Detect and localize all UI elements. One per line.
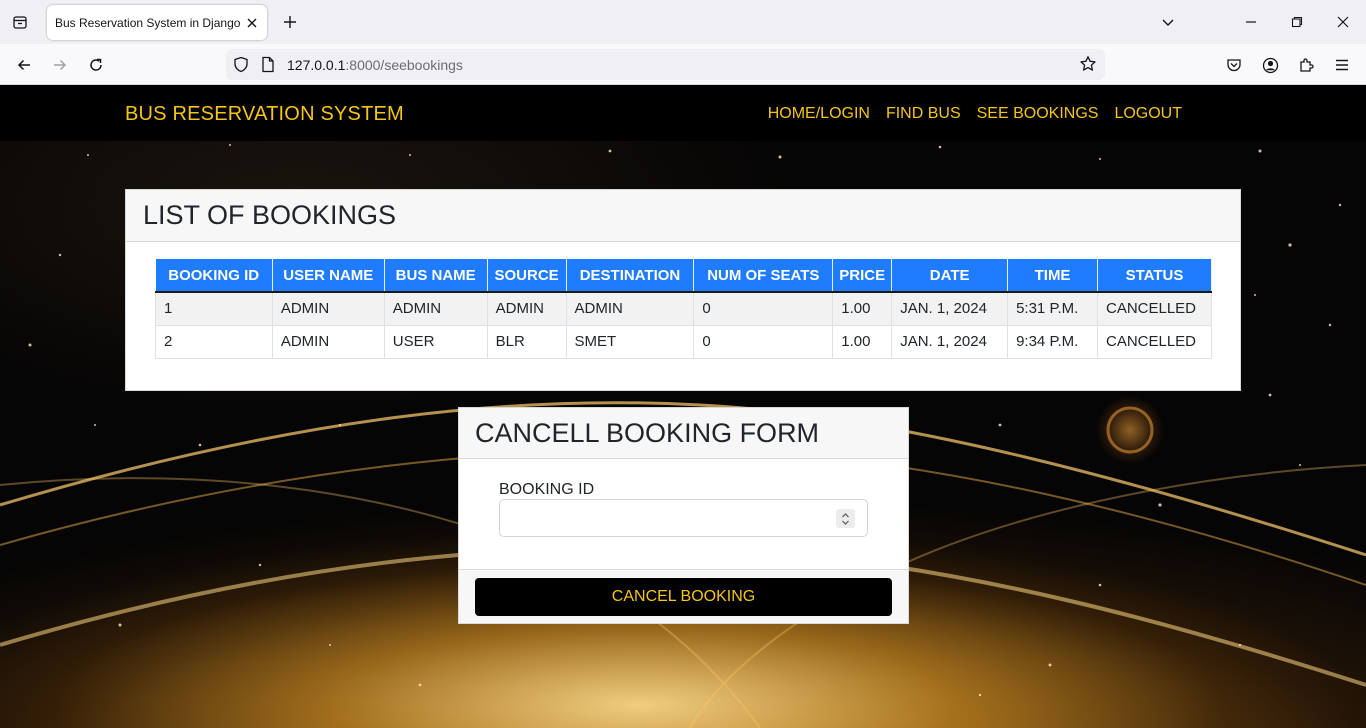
nav-see-bookings[interactable]: SEE BOOKINGS	[977, 105, 1099, 123]
tab-list-icon[interactable]	[8, 10, 32, 34]
booking-id-input[interactable]	[499, 499, 868, 537]
column-header: NUM OF SEATS	[693, 259, 834, 293]
url-path: :8000/seebookings	[345, 57, 463, 73]
table-cell: 1.00	[832, 324, 893, 359]
forward-arrow-icon[interactable]	[47, 52, 73, 78]
shield-icon[interactable]	[233, 56, 249, 78]
bookings-card-header: LIST OF BOOKINGS	[126, 190, 1240, 242]
table-cell: ADMIN	[383, 291, 488, 326]
plus-icon[interactable]	[278, 10, 302, 34]
table-cell: 9:34 P.M.	[1007, 324, 1098, 359]
minimize-icon[interactable]	[1237, 8, 1265, 36]
nav-logout[interactable]: LOGOUT	[1114, 105, 1182, 123]
close-icon[interactable]	[243, 14, 261, 32]
table-cell: USER	[383, 324, 488, 359]
column-header: BOOKING ID	[155, 259, 273, 293]
nav-find-bus[interactable]: FIND BUS	[886, 105, 961, 123]
table-cell: ADMIN	[271, 324, 385, 359]
puzzle-icon[interactable]	[1293, 52, 1319, 78]
table-cell: CANCELLED	[1096, 291, 1213, 326]
hamburger-menu-icon[interactable]	[1329, 52, 1355, 78]
cancel-form-title: CANCELL BOOKING FORM	[475, 418, 820, 448]
url-host: 127.0.0.1	[287, 57, 346, 73]
chevron-down-icon[interactable]	[1156, 10, 1180, 34]
reload-icon[interactable]	[83, 52, 109, 78]
restore-icon[interactable]	[1283, 8, 1311, 36]
column-header: PRICE	[832, 259, 893, 293]
column-header: BUS NAME	[384, 259, 488, 293]
number-spinner[interactable]	[836, 509, 855, 528]
url-bar[interactable]: 127.0.0.1:8000/seebookings	[226, 49, 1105, 80]
tab-title: Bus Reservation System in Django Fram	[55, 15, 241, 30]
browser-nav-bar: 127.0.0.1:8000/seebookings	[0, 44, 1366, 85]
table-cell: JAN. 1, 2024	[891, 324, 1009, 359]
table-cell: CANCELLED	[1096, 324, 1213, 359]
cancel-card-footer: CANCEL BOOKING	[459, 569, 908, 623]
cancel-card-header: CANCELL BOOKING FORM	[459, 408, 908, 459]
close-window-icon[interactable]	[1329, 8, 1357, 36]
page-background: BUS RESERVATION SYSTEM HOME/LOGIN FIND B…	[0, 85, 1366, 728]
table-cell: 1	[155, 291, 273, 326]
table-row: 1 ADMIN ADMIN ADMIN ADMIN 0 1.00 JAN. 1,…	[155, 291, 1213, 326]
site-nav: HOME/LOGIN FIND BUS SEE BOOKINGS LOGOUT	[768, 105, 1182, 123]
table-cell: 0	[693, 291, 834, 326]
cancel-booking-button[interactable]: CANCEL BOOKING	[475, 578, 892, 616]
account-icon[interactable]	[1257, 52, 1283, 78]
browser-tab-bar: Bus Reservation System in Django Fram	[0, 0, 1366, 44]
table-cell: 0	[693, 324, 834, 359]
bookings-card: LIST OF BOOKINGS BOOKING ID USER NAME BU…	[125, 189, 1241, 391]
column-header: STATUS	[1097, 259, 1213, 293]
column-header: SOURCE	[487, 259, 567, 293]
spinner-arrows-icon	[842, 512, 849, 525]
column-header: TIME	[1007, 259, 1098, 293]
site-brand[interactable]: BUS RESERVATION SYSTEM	[125, 103, 404, 126]
back-arrow-icon[interactable]	[11, 52, 37, 78]
table-cell: ADMIN	[565, 291, 695, 326]
browser-tab[interactable]: Bus Reservation System in Django Fram	[47, 5, 267, 40]
table-cell: ADMIN	[486, 291, 567, 326]
url-text[interactable]: 127.0.0.1:8000/seebookings	[287, 57, 463, 73]
table-cell: 1.00	[832, 291, 893, 326]
cancel-booking-card: CANCELL BOOKING FORM BOOKING ID CANCEL B…	[458, 407, 909, 624]
bookings-title: LIST OF BOOKINGS	[143, 200, 397, 230]
page-icon[interactable]	[261, 56, 275, 78]
table-cell: 5:31 P.M.	[1007, 291, 1098, 326]
star-icon[interactable]	[1079, 55, 1097, 78]
bookings-table: BOOKING ID USER NAME BUS NAME SOURCE DES…	[155, 259, 1213, 359]
table-cell: ADMIN	[271, 291, 385, 326]
pocket-icon[interactable]	[1221, 52, 1247, 78]
column-header: DESTINATION	[566, 259, 695, 293]
table-cell: 2	[155, 324, 273, 359]
table-cell: JAN. 1, 2024	[891, 291, 1009, 326]
booking-id-label: BOOKING ID	[499, 481, 595, 498]
site-header: BUS RESERVATION SYSTEM HOME/LOGIN FIND B…	[0, 85, 1366, 141]
table-row: 2 ADMIN USER BLR SMET 0 1.00 JAN. 1, 202…	[155, 324, 1213, 359]
table-cell: SMET	[565, 324, 695, 359]
column-header: DATE	[891, 259, 1009, 293]
table-cell: BLR	[486, 324, 567, 359]
nav-home-login[interactable]: HOME/LOGIN	[768, 105, 870, 123]
column-header: USER NAME	[272, 259, 385, 293]
table-header-row: BOOKING ID USER NAME BUS NAME SOURCE DES…	[155, 259, 1213, 293]
